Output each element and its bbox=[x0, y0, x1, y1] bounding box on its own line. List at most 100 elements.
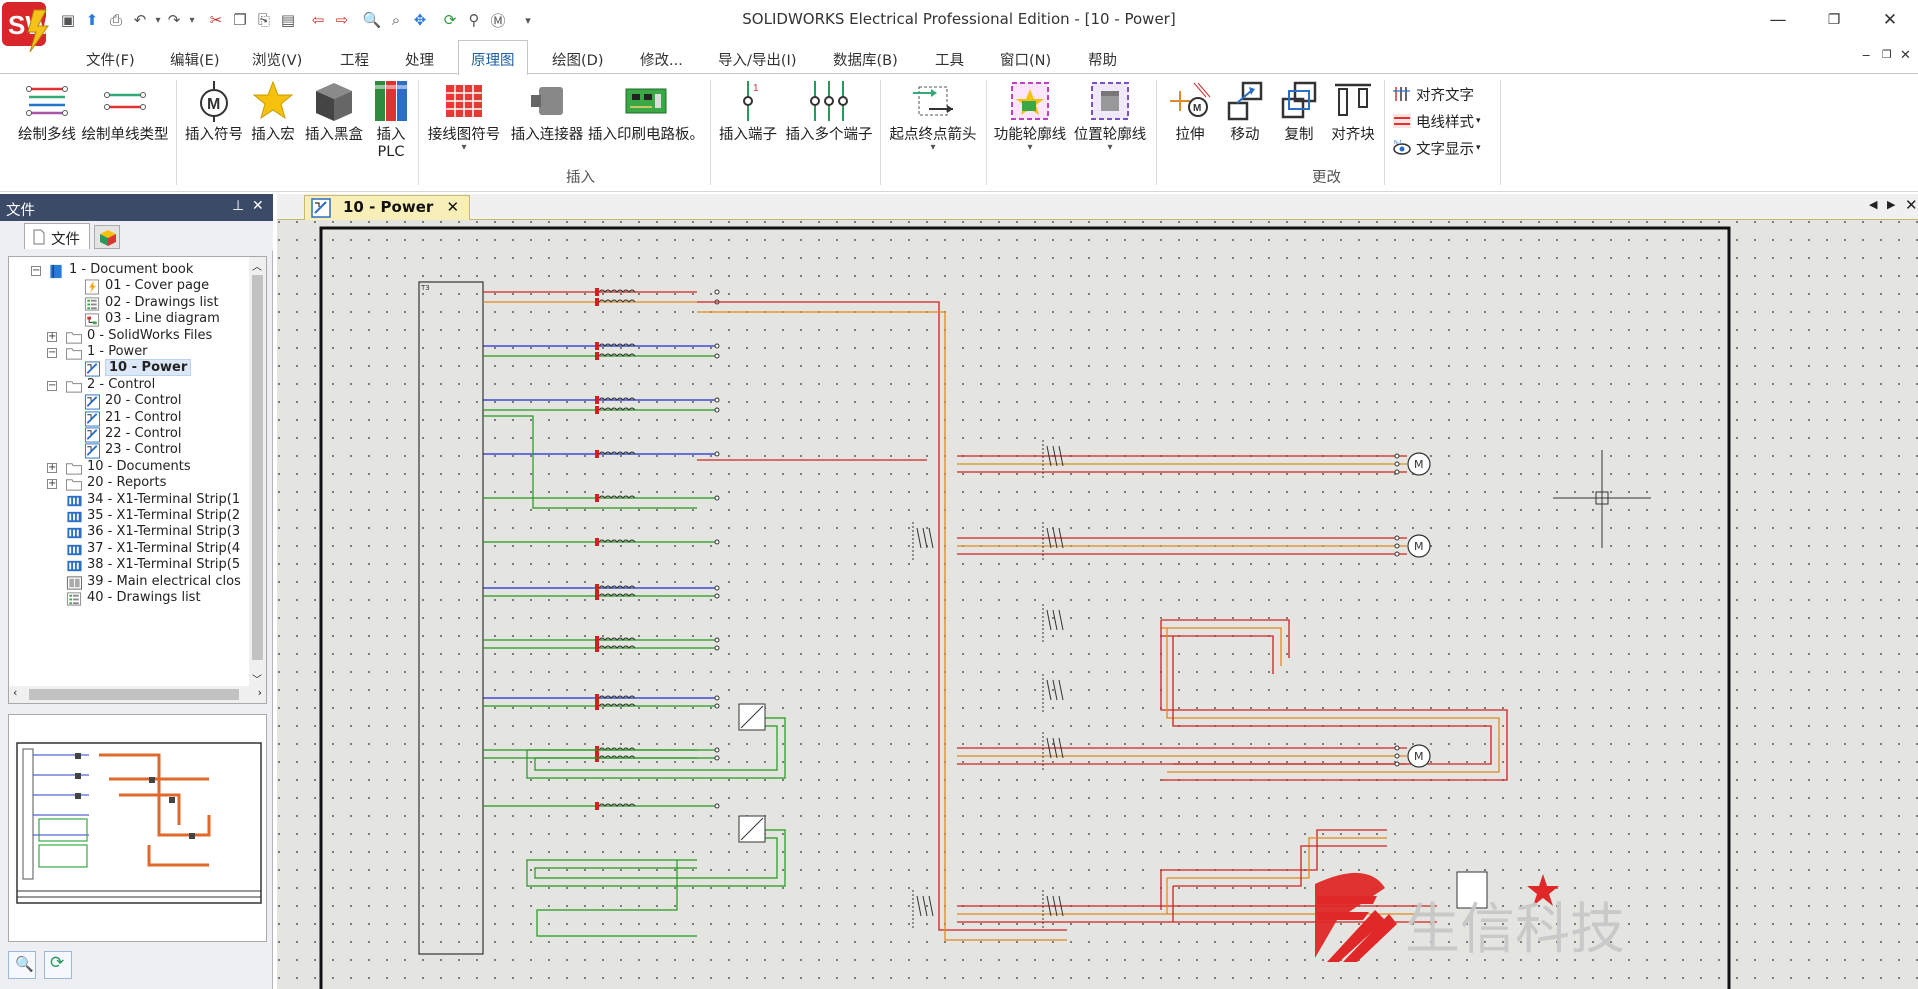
dropdown-arrow-icon[interactable]: ▾ bbox=[1476, 116, 1481, 126]
tab-10-power[interactable]: 10 - Power ✕ bbox=[304, 195, 471, 220]
tree-horizontal-scrollbar[interactable]: ‹ › bbox=[9, 686, 266, 703]
minimize-button[interactable]: — bbox=[1758, 6, 1798, 34]
scroll-right-icon[interactable]: › bbox=[258, 686, 262, 699]
menu-project[interactable]: 工程 bbox=[340, 49, 369, 70]
preview-refresh-button[interactable]: ⟳ bbox=[44, 951, 72, 979]
menu-process[interactable]: 处理 bbox=[405, 49, 434, 70]
breaker-marker bbox=[595, 406, 599, 414]
scroll-up-icon[interactable]: ︿ bbox=[252, 258, 262, 273]
pin-icon[interactable]: ⊥ bbox=[232, 198, 244, 214]
ribbon-separator bbox=[418, 80, 419, 185]
dropdown-arrow-icon[interactable]: ▾ bbox=[1476, 143, 1481, 153]
menu-window[interactable]: 窗口(N) bbox=[1000, 49, 1051, 70]
dropdown-arrow-icon[interactable]: ▾ bbox=[422, 143, 506, 153]
doc-minimize-button[interactable]: ‒ bbox=[1862, 48, 1870, 63]
solidworks-logo[interactable]: SW bbox=[0, 0, 58, 58]
breaker-marker bbox=[595, 592, 599, 600]
terminal-dot bbox=[1394, 535, 1400, 541]
power-schematic[interactable]: T3 MMM 生信科技 bbox=[277, 220, 1918, 989]
tab-files-label: 文件 bbox=[51, 232, 80, 248]
stretch-button[interactable]: M 拉伸 bbox=[1160, 79, 1220, 144]
menu-draw[interactable]: 绘图(D) bbox=[552, 49, 603, 70]
multi-terminal-icon bbox=[810, 81, 848, 121]
ribbon-separator bbox=[1384, 80, 1385, 185]
copy-label: 复制 bbox=[1284, 127, 1314, 143]
svg-text:M: M bbox=[207, 96, 220, 113]
menu-file[interactable]: 文件(F) bbox=[86, 49, 135, 70]
text-display-button[interactable]: N-1 文字显示 ▾ bbox=[1392, 137, 1481, 159]
location-outline-button[interactable]: 位置轮廓线 ▾ bbox=[1068, 79, 1152, 153]
pcb-icon bbox=[625, 88, 667, 114]
scroll-thumb[interactable] bbox=[252, 275, 263, 660]
align-text-button[interactable]: 对齐文字 bbox=[1392, 83, 1474, 105]
align-blocks-button[interactable]: 对齐块 bbox=[1324, 79, 1382, 144]
insert-macro-button[interactable]: 插入宏 bbox=[248, 79, 298, 144]
terminal-dot bbox=[714, 495, 720, 501]
restore-button[interactable]: ❐ bbox=[1814, 6, 1854, 34]
close-all-tabs-icon[interactable]: ✕ bbox=[1905, 196, 1918, 214]
page-preview[interactable] bbox=[8, 714, 267, 942]
expand-icon[interactable]: + bbox=[47, 479, 57, 490]
refresh-icon: ⟳ bbox=[50, 953, 65, 973]
function-outline-button[interactable]: 功能轮廓线 ▾ bbox=[990, 79, 1070, 153]
tree-vertical-scrollbar[interactable]: ︿ ﹀ bbox=[249, 257, 266, 687]
move-button[interactable]: 移动 bbox=[1218, 79, 1272, 144]
drawing-canvas[interactable]: T3 M M M 生信科技 bbox=[277, 220, 1918, 989]
insert-pcb-button[interactable]: 插入印刷电路板。 bbox=[586, 79, 706, 144]
close-window-button[interactable]: ✕ bbox=[1870, 6, 1910, 34]
tab-files[interactable]: 文件 bbox=[24, 223, 90, 249]
terminal-dot bbox=[714, 397, 720, 403]
tree-item-label: 10 - Power bbox=[105, 359, 192, 377]
origin-destination-arrow-button[interactable]: 起点终点箭头 ▾ bbox=[884, 79, 982, 153]
menu-database[interactable]: 数据库(B) bbox=[833, 49, 898, 70]
wire-style-icon bbox=[1393, 114, 1411, 128]
menu-edit[interactable]: 编辑(E) bbox=[170, 49, 219, 70]
doc-restore-button[interactable]: ❐ bbox=[1882, 48, 1892, 61]
dropdown-arrow-icon[interactable]: ▾ bbox=[1068, 143, 1152, 153]
dropdown-arrow-icon[interactable]: ▾ bbox=[884, 143, 982, 153]
expand-icon[interactable]: + bbox=[47, 331, 57, 342]
insert-symbol-button[interactable]: M 插入符号 bbox=[182, 79, 246, 144]
menu-import-export[interactable]: 导入/导出(I) bbox=[718, 49, 796, 70]
scroll-down-icon[interactable]: ﹀ bbox=[252, 671, 262, 686]
insert-symbol-icon: M bbox=[200, 81, 228, 122]
stretch-label: 拉伸 bbox=[1175, 127, 1205, 143]
tab-scroll-right-icon[interactable]: ▶ bbox=[1887, 198, 1895, 211]
draw-single-wire-button[interactable]: 绘制单线类型 bbox=[80, 79, 170, 144]
menu-modify[interactable]: 修改... bbox=[640, 49, 683, 70]
close-panel-icon[interactable]: ✕ bbox=[252, 198, 264, 214]
collapse-icon[interactable]: − bbox=[31, 266, 41, 276]
preview-zoom-button[interactable]: 🔍 bbox=[8, 951, 36, 979]
breaker-marker bbox=[595, 298, 599, 306]
breaker-marker bbox=[595, 694, 599, 702]
draw-multiwire-button[interactable]: 绘制多线 bbox=[12, 79, 82, 144]
doc-close-button[interactable]: ✕ bbox=[1900, 48, 1911, 63]
tree-item[interactable]: 40 - Drawings list bbox=[9, 589, 249, 609]
menu-tools[interactable]: 工具 bbox=[935, 49, 964, 70]
tab-components[interactable] bbox=[94, 225, 120, 249]
menu-view[interactable]: 浏览(V) bbox=[252, 49, 302, 70]
insert-pcb-label: 插入印刷电路板。 bbox=[588, 127, 704, 143]
insert-terminal-button[interactable]: 1 插入端子 bbox=[716, 79, 780, 144]
terminal-dot bbox=[714, 585, 720, 591]
wiring-symbol-button[interactable]: 接线图符号 ▾ bbox=[422, 79, 506, 153]
insert-connector-button[interactable]: 插入连接器 bbox=[506, 79, 588, 144]
collapse-icon[interactable]: − bbox=[47, 380, 57, 391]
collapse-icon[interactable]: − bbox=[47, 348, 57, 358]
insert-multiple-terminals-button[interactable]: 插入多个端子 bbox=[782, 79, 876, 144]
dropdown-arrow-icon[interactable]: ▾ bbox=[990, 143, 1070, 153]
insert-black-box-button[interactable]: 插入黑盒 bbox=[302, 79, 366, 144]
connector-icon bbox=[531, 87, 563, 115]
tab-scroll-left-icon[interactable]: ◀ bbox=[1869, 198, 1877, 211]
wire-style-button[interactable]: 电线样式 ▾ bbox=[1392, 110, 1481, 132]
copy-button[interactable]: 复制 bbox=[1272, 79, 1326, 144]
scroll-thumb[interactable] bbox=[29, 689, 239, 700]
menu-schematic[interactable]: 原理图 bbox=[458, 40, 528, 75]
close-tab-icon[interactable]: ✕ bbox=[447, 198, 460, 216]
menu-help[interactable]: 帮助 bbox=[1088, 49, 1117, 70]
insert-plc-button[interactable]: 插入 PLC bbox=[368, 79, 414, 161]
scroll-left-icon[interactable]: ‹ bbox=[13, 686, 17, 699]
function-outline-icon bbox=[1011, 82, 1049, 120]
tree-item-label: 35 - X1-Terminal Strip(2 bbox=[87, 508, 241, 523]
expand-icon[interactable]: + bbox=[47, 462, 57, 473]
